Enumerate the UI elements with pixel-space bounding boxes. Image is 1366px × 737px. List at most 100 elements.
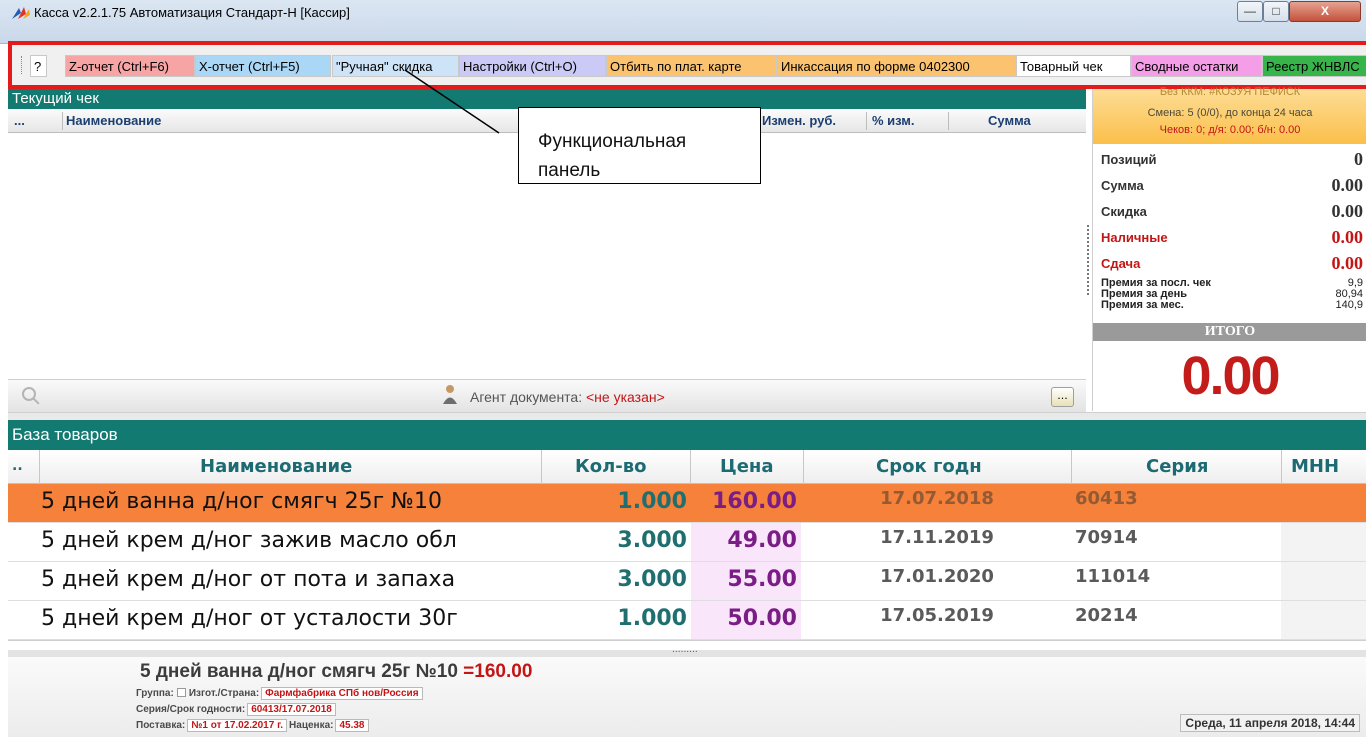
toolbar-button-9[interactable]: Реестр ЖНВЛС [1262, 55, 1366, 77]
toolbar-button-8[interactable]: Сводные остатки [1131, 55, 1262, 77]
product-price: 50.00 [691, 601, 801, 639]
detail-supply-line: Поставка: №1 от 17.02.2017 г. Наценка: 45.3… [136, 719, 371, 732]
column-sum[interactable]: Сумма [988, 113, 1031, 128]
register-row: Скидка 0.00 [1101, 201, 1364, 221]
product-mnn [1281, 601, 1366, 639]
panel-splitter-grip[interactable] [1087, 225, 1090, 295]
product-name: 5 дней крем д/ног от усталости 30г [41, 606, 458, 631]
callout-box: Функциональная панель [518, 107, 761, 184]
supply-value: №1 от 17.02.2017 г. [187, 719, 288, 732]
product-detail-panel: 5 дней ванна д/ног смягч 25г №10 =160.00… [8, 657, 1366, 737]
product-price: 49.00 [691, 523, 801, 561]
close-button[interactable]: X [1289, 1, 1361, 22]
bonus-row: Премия за мес. 140,9 [1101, 299, 1363, 311]
agent-select-button[interactable]: ... [1051, 387, 1074, 407]
register-row-label: Сумма [1101, 178, 1144, 193]
column-qty[interactable]: Кол-во [575, 456, 647, 477]
total-amount: 0.00 [1093, 343, 1366, 409]
column-name[interactable]: Наименование [66, 113, 161, 128]
detail-price: =160.00 [463, 661, 533, 682]
maximize-button[interactable]: □ [1263, 1, 1289, 22]
register-row: Позиций 0 [1101, 149, 1363, 169]
column-change-rub[interactable]: Измен. руб. [762, 113, 836, 128]
register-row-value: 0.00 [1331, 175, 1364, 195]
kkm-status: Без ККМ: #КОЗУЯ ПЕФИСК [1159, 86, 1301, 98]
horizontal-splitter[interactable] [8, 412, 1366, 420]
current-check-header: Текущий чек [8, 89, 1086, 109]
register-row: Сумма 0.00 [1101, 175, 1364, 195]
column-expiry[interactable]: Срок годн [876, 456, 982, 477]
shift-info: Без ККМ: #КОЗУЯ ПЕФИСК Смена: 5 (0/0), д… [1093, 86, 1366, 144]
table-row[interactable]: 5 дней ванна д/ног смягч 25г №10 1.000 160… [8, 484, 1366, 523]
maker-value: Фармфабрика СПб нов/Россия [261, 687, 423, 700]
detail-group-line: Группа: Изгот./Страна: Фармфабрика СПб нов… [136, 687, 425, 700]
toolbar-button-0[interactable]: ? [30, 55, 47, 77]
column-menu[interactable]: ... [14, 113, 25, 128]
product-qty: 3.000 [617, 528, 687, 553]
minimize-button[interactable]: — [1237, 1, 1263, 22]
column-menu[interactable]: .. [12, 458, 23, 474]
shift-status: Смена: 5 (0/0), до конца 24 часа [1147, 107, 1313, 119]
toolbar-button-6[interactable]: Инкассация по форме 0402300 [777, 55, 1016, 77]
group-checkbox[interactable] [176, 688, 186, 697]
register-panel: Без ККМ: #КОЗУЯ ПЕФИСК Смена: 5 (0/0), д… [1092, 86, 1366, 411]
register-row: Наличные 0.00 [1101, 227, 1364, 247]
product-mnn [1281, 484, 1366, 522]
column-mnn[interactable]: МНН [1291, 456, 1339, 477]
checks-summary: Чеков: 0; д/я: 0.00; б/н: 0.00 [1159, 124, 1301, 136]
bottom-splitter-grip-icon[interactable]: ......... [672, 645, 698, 655]
column-price[interactable]: Цена [720, 456, 774, 477]
callout-text: Функциональная панель [538, 131, 687, 181]
bonus-label: Премия за мес. [1101, 299, 1184, 311]
product-series: 60413 [1075, 488, 1138, 509]
product-qty: 1.000 [617, 606, 687, 631]
register-row-label: Скидка [1101, 204, 1147, 219]
register-row-label: Сдача [1101, 256, 1141, 271]
agent-label: Агент документа: <не указан> [470, 389, 665, 405]
register-row-label: Позиций [1101, 152, 1157, 167]
toolbar-button-1[interactable]: Z-отчет (Ctrl+F6) [65, 55, 195, 77]
register-row-value: 0.00 [1331, 253, 1364, 273]
app-logo-icon [12, 7, 30, 19]
product-name: 5 дней ванна д/ног смягч 25г №10 [41, 489, 443, 514]
product-series: 111014 [1075, 566, 1151, 587]
product-qty: 1.000 [617, 489, 687, 514]
register-row: Сдача 0.00 [1101, 253, 1364, 273]
product-name: 5 дней крем д/ног от пота и запаха [41, 567, 456, 592]
column-change-pct[interactable]: % изм. [872, 113, 915, 128]
toolbar-button-5[interactable]: Отбить по плат. карте [606, 55, 777, 77]
total-label: ИТОГО [1093, 323, 1366, 341]
toolbar-button-7[interactable]: Товарный чек [1016, 55, 1131, 77]
toolbar-button-4[interactable]: Настройки (Ctrl+O) [459, 55, 606, 77]
bonus-value: 140,9 [1335, 299, 1363, 311]
product-qty: 3.000 [617, 567, 687, 592]
product-price: 55.00 [691, 562, 801, 600]
column-series[interactable]: Серия [1146, 456, 1208, 477]
register-row-value: 0.00 [1331, 201, 1364, 221]
product-expiry: 17.07.2018 [880, 488, 994, 509]
product-mnn [1281, 562, 1366, 600]
column-name[interactable]: Наименование [200, 456, 352, 477]
series-value: 60413/17.07.2018 [247, 703, 336, 716]
toolbar-button-3[interactable]: "Ручная" скидка [332, 55, 459, 77]
register-row-value: 0.00 [1331, 227, 1364, 247]
agent-user-icon [443, 385, 457, 404]
detail-product-name: 5 дней ванна д/ног смягч 25г №10 =160.00 [140, 661, 533, 682]
search-icon[interactable] [22, 387, 36, 401]
toolbar-button-2[interactable]: X-отчет (Ctrl+F5) [195, 55, 331, 77]
register-row-value: 0 [1354, 149, 1363, 169]
product-mnn [1281, 523, 1366, 561]
product-base-header: База товаров [8, 420, 1366, 450]
status-datetime: Среда, 11 апреля 2018, 14:44 [1180, 714, 1360, 732]
table-row[interactable]: 5 дней крем д/ног зажив масло обл 3.000 49… [8, 523, 1366, 562]
product-expiry: 17.11.2019 [880, 527, 994, 548]
table-row[interactable]: 5 дней крем д/ног от пота и запаха 3.000 5… [8, 562, 1366, 601]
toolbar-grip-icon[interactable] [21, 56, 24, 74]
table-row[interactable]: 5 дней крем д/ног от усталости 30г 1.000 5… [8, 601, 1366, 640]
product-name: 5 дней крем д/ног зажив масло обл [41, 528, 457, 553]
detail-series-line: Серия/Срок годности: 60413/17.07.2018 [136, 703, 338, 716]
product-price: 160.00 [691, 484, 801, 522]
agent-value: <не указан> [586, 389, 665, 405]
current-check-footer: Агент документа: <не указан> ... [8, 379, 1086, 412]
product-expiry: 17.01.2020 [880, 566, 994, 587]
